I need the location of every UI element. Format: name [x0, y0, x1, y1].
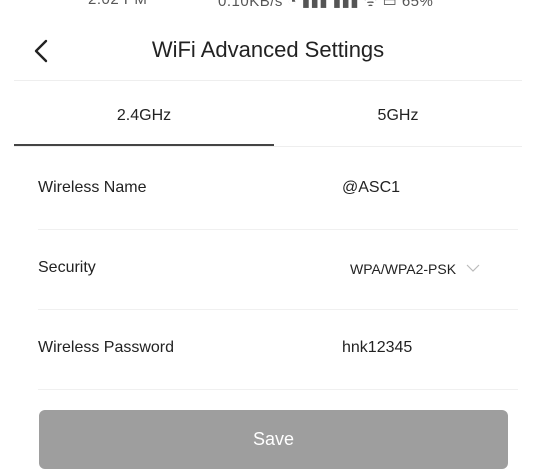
status-indicators: 0.10KB/s ◔ ▮▮▮ ▮▮▮ ᯤ ▭ 65%	[218, 0, 434, 10]
security-label: Security	[38, 259, 96, 276]
nav-bar: WiFi Advanced Settings	[0, 24, 536, 80]
band-tabs: 2.4GHz 5GHz	[14, 92, 522, 148]
wireless-password-field[interactable]	[342, 339, 502, 357]
tab-5ghz[interactable]: 5GHz	[274, 92, 522, 148]
wireless-name-field[interactable]	[342, 179, 502, 197]
row-divider	[38, 389, 518, 390]
security-value: WPA/WPA2-PSK	[350, 261, 457, 277]
wireless-name-label: Wireless Name	[38, 179, 147, 196]
wireless-name-field-wrap	[342, 179, 502, 197]
save-button[interactable]: Save	[39, 410, 508, 469]
nav-divider	[14, 80, 522, 81]
wireless-name-row: Wireless Name	[38, 150, 518, 230]
status-bar: 2:02 PM 0.10KB/s ◔ ▮▮▮ ▮▮▮ ᯤ ▭ 65%	[0, 0, 536, 14]
chevron-down-icon	[466, 259, 480, 275]
wireless-password-field-wrap	[342, 339, 502, 357]
page-title: WiFi Advanced Settings	[151, 37, 385, 62]
tabs-divider	[14, 146, 522, 147]
security-row: Security WPA/WPA2-PSK	[38, 230, 518, 310]
tab-2-4ghz[interactable]: 2.4GHz	[14, 92, 274, 148]
security-select[interactable]: WPA/WPA2-PSK	[350, 259, 480, 277]
active-tab-indicator	[14, 144, 274, 146]
wireless-password-label: Wireless Password	[38, 339, 175, 356]
wireless-password-row: Wireless Password	[38, 310, 518, 390]
status-time: 2:02 PM	[88, 0, 147, 8]
